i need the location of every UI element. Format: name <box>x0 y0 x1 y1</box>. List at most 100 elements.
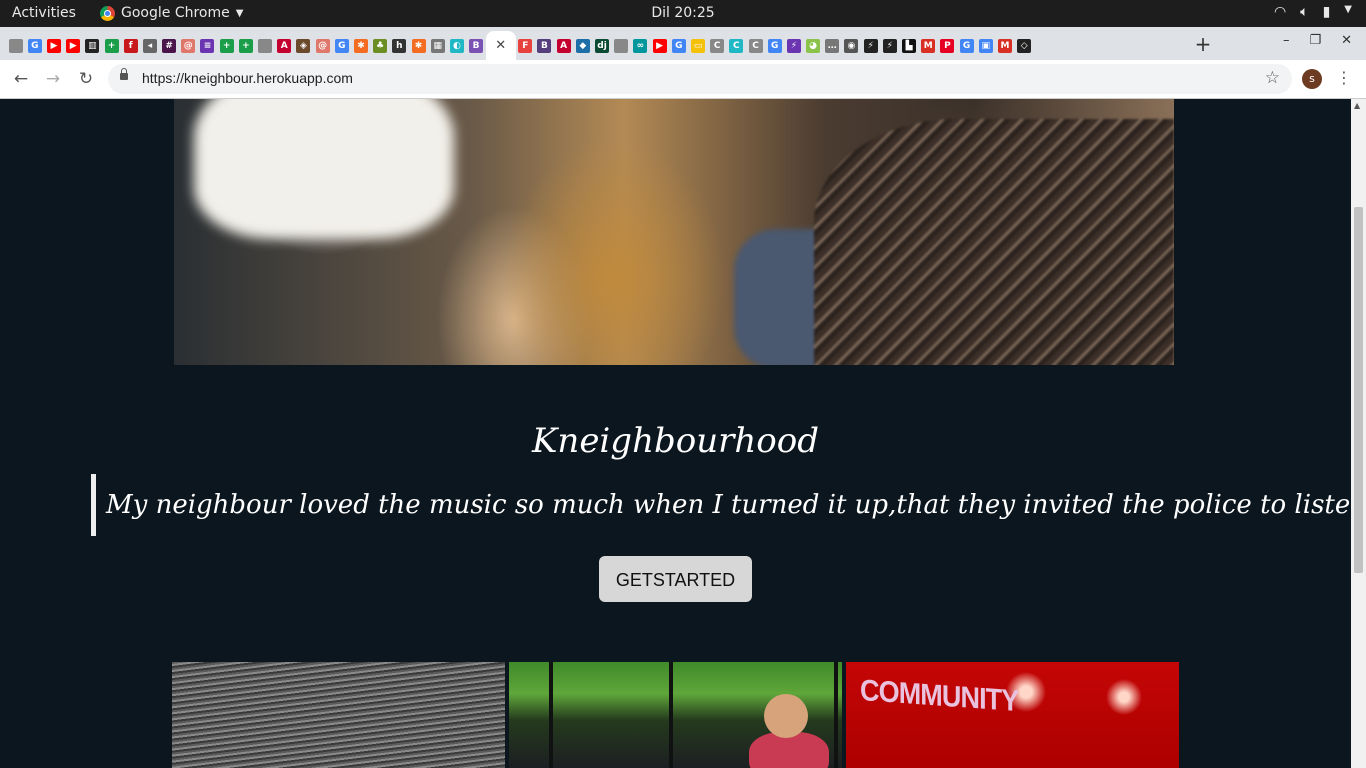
tab-google[interactable]: G <box>669 31 688 60</box>
tab-codepen[interactable]: ◇ <box>1015 31 1034 60</box>
wifi-icon: ◠ <box>1273 4 1287 20</box>
close-tab-icon[interactable]: ✕ <box>495 38 506 53</box>
tab-yellow[interactable]: ▭ <box>688 31 707 60</box>
tab-tree[interactable]: ♣ <box>371 31 390 60</box>
bootstrap-icon: B <box>537 38 552 53</box>
tab-plus-app[interactable]: + <box>217 31 236 60</box>
google-icon: G <box>959 38 974 53</box>
dots-icon: … <box>825 38 840 53</box>
youtube-icon: ▶ <box>652 38 667 53</box>
tab-plus-app[interactable]: + <box>236 31 255 60</box>
tab-dots[interactable]: … <box>823 31 842 60</box>
chrome-menu-icon[interactable]: ⋮ <box>1336 68 1352 87</box>
browser-toolbar: ← → ↻ https://kneighbour.herokuapp.com ☆… <box>0 60 1366 99</box>
gallery-child-face <box>764 694 808 738</box>
tab-bootstrap[interactable]: B <box>467 31 486 60</box>
asterisk-icon: ✱ <box>353 38 368 53</box>
tab-colorful[interactable]: ▣ <box>976 31 995 60</box>
tab-page[interactable] <box>612 31 631 60</box>
tab-youtube[interactable]: ▶ <box>650 31 669 60</box>
tab-arduino[interactable]: ∞ <box>631 31 650 60</box>
tab-gmail[interactable]: M <box>919 31 938 60</box>
minimize-button[interactable]: – <box>1283 33 1290 48</box>
angular-icon: A <box>277 38 292 53</box>
tab-c-app[interactable]: C <box>708 31 727 60</box>
gallery-image-water[interactable] <box>172 662 505 768</box>
bookmark-star-icon[interactable]: ☆ <box>1265 68 1280 88</box>
new-tab-button[interactable]: + <box>1190 32 1216 58</box>
tab-audio[interactable]: ◂ <box>140 31 159 60</box>
tab-camera[interactable]: ◉ <box>842 31 861 60</box>
tab-grid[interactable]: ▦ <box>428 31 447 60</box>
gmail-icon: M <box>997 38 1012 53</box>
address-bar[interactable]: https://kneighbour.herokuapp.com ☆ <box>108 64 1292 94</box>
tab-google[interactable]: G <box>957 31 976 60</box>
tab-page[interactable] <box>255 31 274 60</box>
tab-page[interactable] <box>6 31 25 60</box>
window-controls: – ❐ ✕ <box>1283 33 1352 48</box>
tab-angular[interactable]: A <box>275 31 294 60</box>
arduino-icon: ∞ <box>633 38 648 53</box>
tab-list[interactable]: ≡ <box>198 31 217 60</box>
reload-button[interactable]: ↻ <box>75 68 97 90</box>
tab-dark[interactable]: ▙ <box>899 31 918 60</box>
scroll-up-arrow-icon[interactable]: ▲ <box>1354 101 1360 110</box>
tab-h-app[interactable]: h <box>390 31 409 60</box>
pinterest-icon: P <box>940 38 955 53</box>
tab-kinder[interactable]: ▥ <box>83 31 102 60</box>
forward-button[interactable]: → <box>42 68 64 90</box>
colorful-icon: ▣ <box>978 38 993 53</box>
tab-google[interactable]: G <box>332 31 351 60</box>
tab-django[interactable]: dj <box>592 31 611 60</box>
f-app-icon: f <box>123 38 138 53</box>
clock[interactable]: Dil 20:25 <box>0 5 1366 21</box>
system-tray[interactable]: ◠ 🔈︎ ▮ ▼ <box>1274 4 1352 20</box>
tab-plus-app[interactable]: + <box>102 31 121 60</box>
tab-google[interactable]: G <box>765 31 784 60</box>
tab-slack[interactable]: # <box>160 31 179 60</box>
back-button[interactable]: ← <box>10 68 32 90</box>
profile-avatar[interactable]: s <box>1302 69 1322 89</box>
maximize-button[interactable]: ❐ <box>1309 33 1321 48</box>
tab-c-app[interactable]: C <box>746 31 765 60</box>
tab-zigzag[interactable]: ⚡ <box>784 31 803 60</box>
youtube-icon: ▶ <box>46 38 61 53</box>
list-icon: ≡ <box>200 38 215 53</box>
tab-c-app[interactable]: C <box>727 31 746 60</box>
swirl-icon: @ <box>315 38 330 53</box>
tab-angular[interactable]: A <box>554 31 573 60</box>
tab-youtube[interactable]: ▶ <box>64 31 83 60</box>
tab-asterisk[interactable]: ✱ <box>351 31 370 60</box>
gallery-image-community[interactable]: COMMUNITY <box>846 662 1179 768</box>
tab-gmail[interactable]: M <box>995 31 1014 60</box>
bolt-icon: ⚡ <box>882 38 897 53</box>
tab-bolt[interactable]: ⚡ <box>880 31 899 60</box>
close-window-button[interactable]: ✕ <box>1341 33 1352 48</box>
tray-chevron-down-icon: ▼ <box>1344 4 1352 15</box>
yellow-icon: ▭ <box>690 38 705 53</box>
tab-swirl[interactable]: @ <box>313 31 332 60</box>
url-text[interactable]: https://kneighbour.herokuapp.com <box>142 70 353 86</box>
c-app-icon: C <box>710 38 725 53</box>
audio-icon: ◂ <box>142 38 157 53</box>
tab-google[interactable]: G <box>25 31 44 60</box>
tab-lime[interactable]: ◕ <box>804 31 823 60</box>
tab-pinterest[interactable]: P <box>938 31 957 60</box>
gallery-image-kids[interactable] <box>509 662 842 768</box>
scrollbar-thumb[interactable] <box>1354 207 1363 573</box>
page-scrollbar[interactable]: ▲ <box>1351 99 1366 768</box>
tab-circle[interactable]: ◐ <box>447 31 466 60</box>
tab-bolt[interactable]: ⚡ <box>861 31 880 60</box>
tab-bootstrap[interactable]: B <box>535 31 554 60</box>
tab-brown[interactable]: ◈ <box>294 31 313 60</box>
tab-asterisk[interactable]: ✱ <box>409 31 428 60</box>
tab-bird[interactable]: ◆ <box>573 31 592 60</box>
tab-active[interactable]: ✕ <box>485 31 516 60</box>
tab-f-app[interactable]: f <box>121 31 140 60</box>
get-started-button[interactable]: GETSTARTED <box>599 556 752 602</box>
tab-swirl[interactable]: @ <box>179 31 198 60</box>
lock-icon[interactable] <box>120 68 128 80</box>
tab-f-app[interactable]: F <box>516 31 535 60</box>
bootstrap-icon: B <box>469 38 484 53</box>
tab-youtube[interactable]: ▶ <box>44 31 63 60</box>
